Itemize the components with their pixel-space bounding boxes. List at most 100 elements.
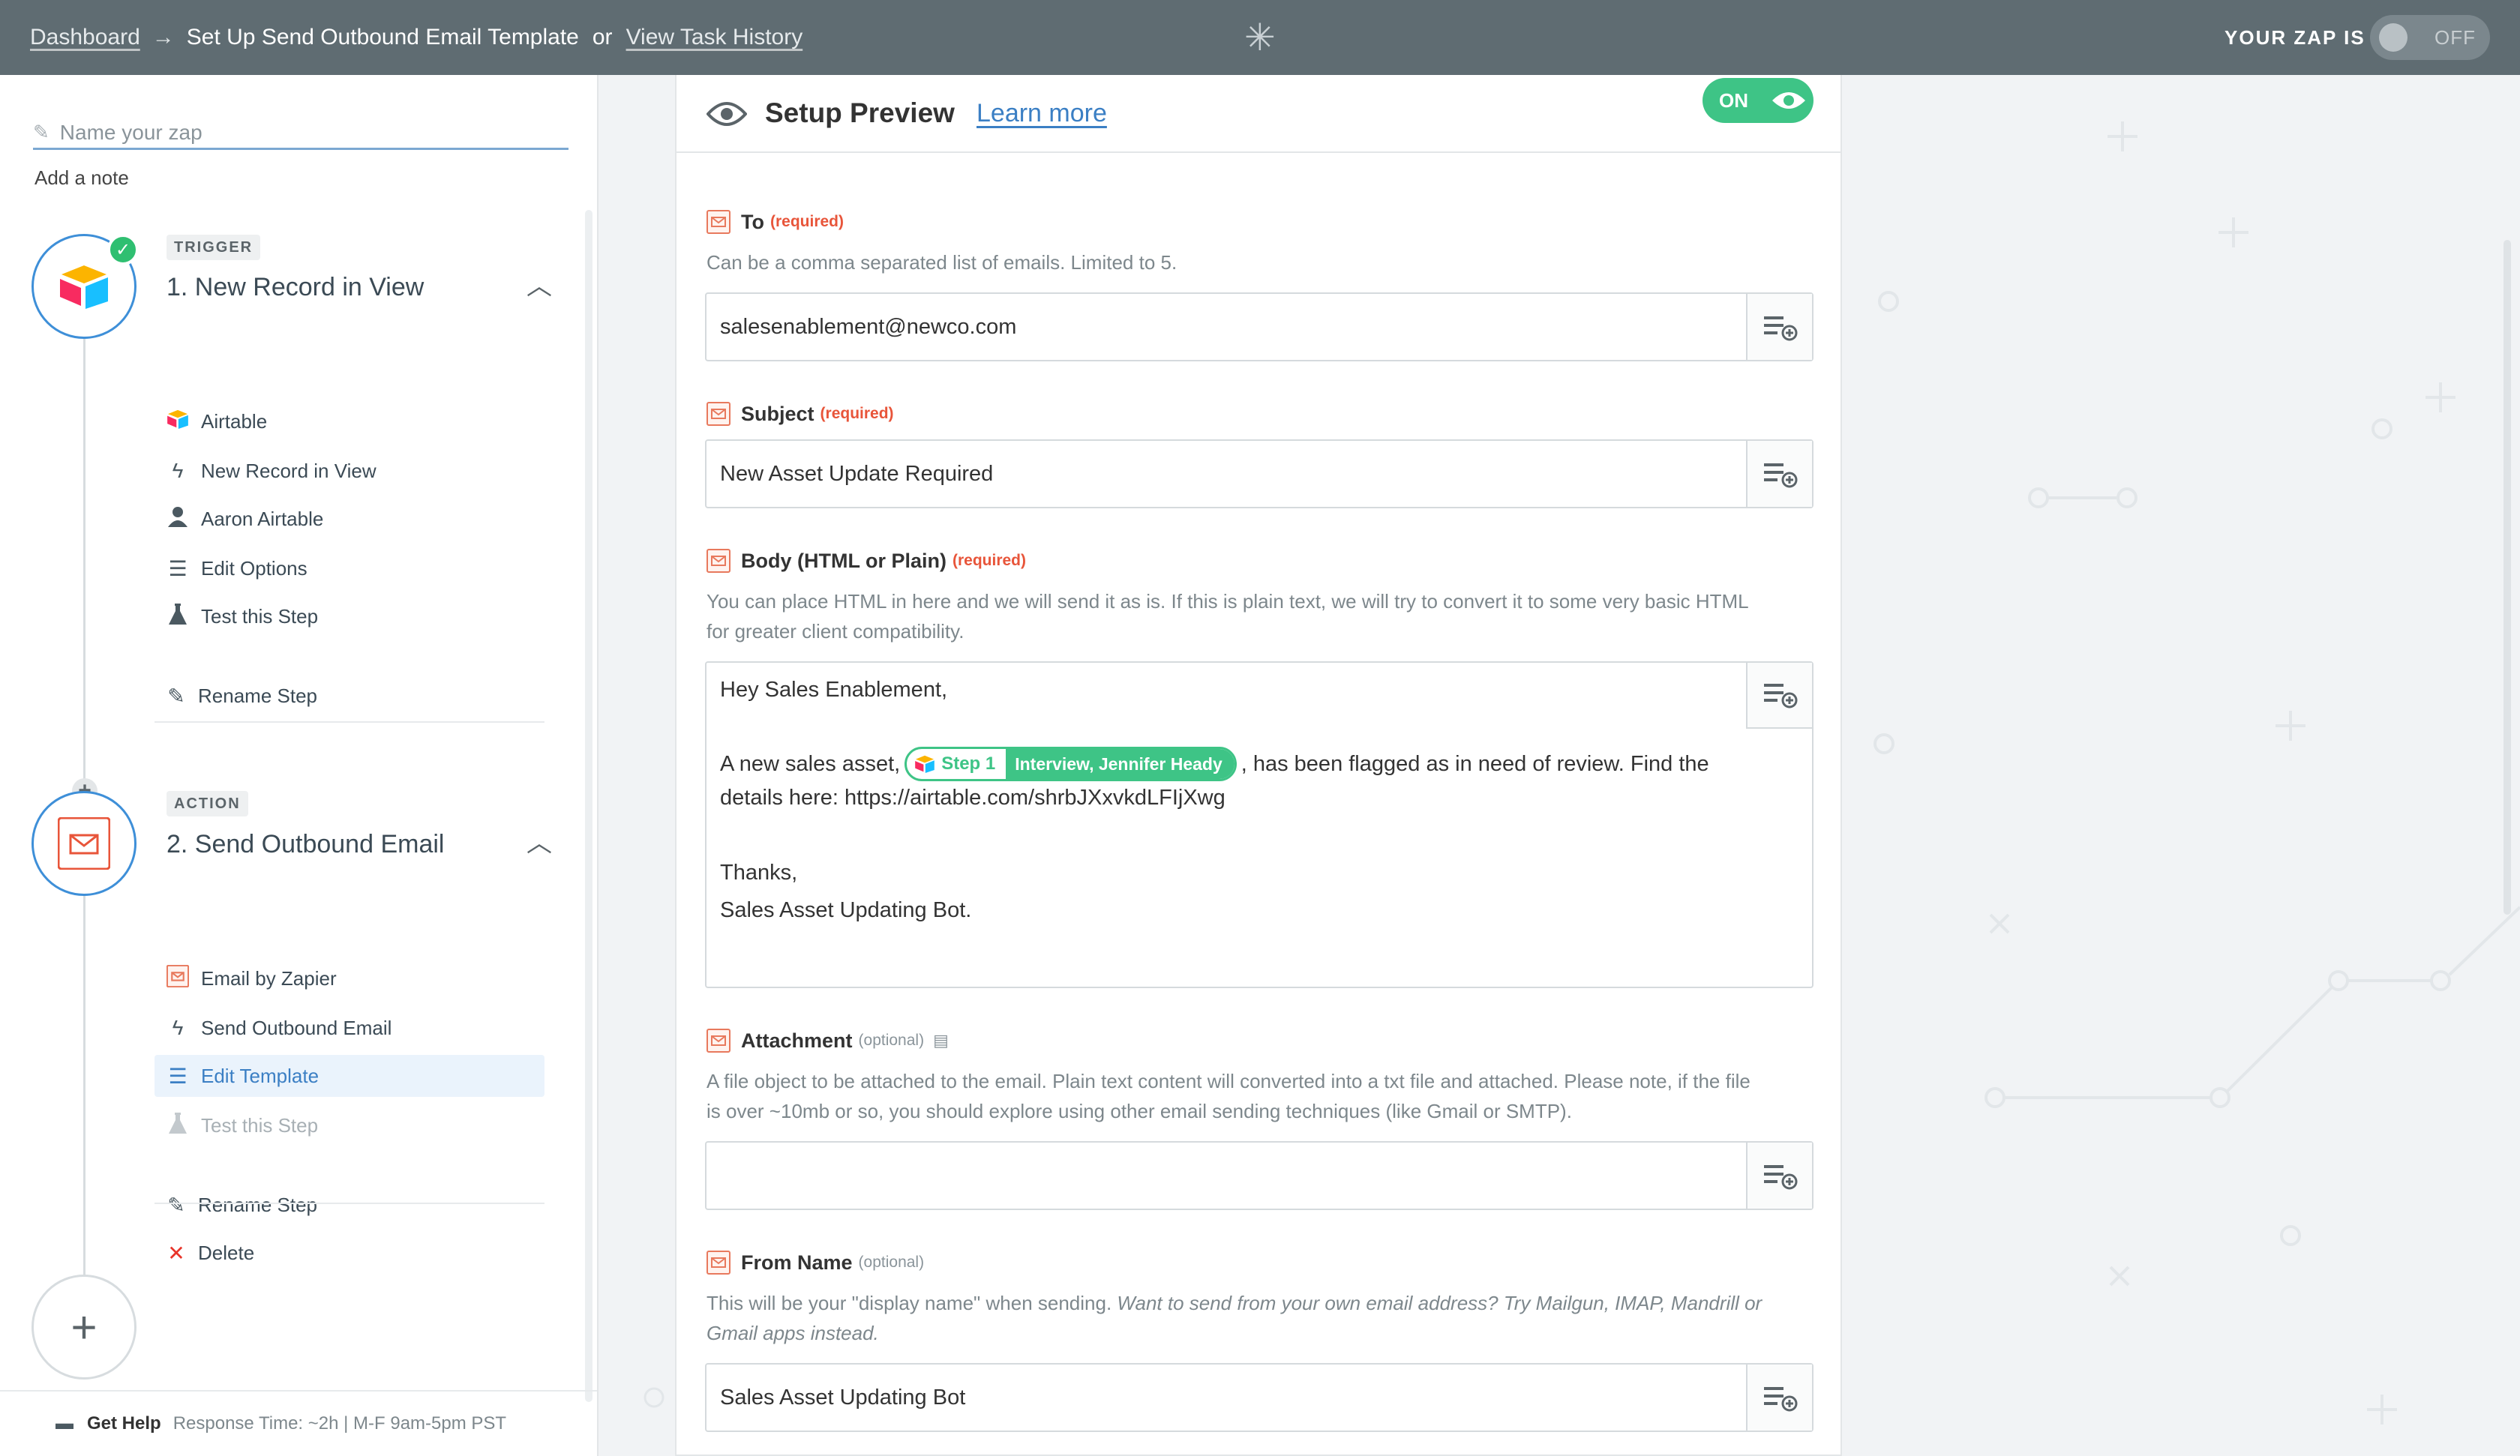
breadcrumb: Dashboard → Set Up Send Outbound Email T… [30, 0, 802, 75]
sidebar-item-test[interactable]: Test this Step [154, 1104, 544, 1146]
sidebar-item-label: Aaron Airtable [201, 507, 324, 530]
preview-toggle[interactable]: ON [1702, 78, 1814, 123]
mail-icon [706, 1251, 730, 1275]
body-help-line2: for greater client compatibility. [706, 620, 964, 643]
subject-value: New Asset Update Required [720, 461, 994, 486]
bolt-icon: ϟ [172, 459, 184, 482]
insert-field-button[interactable] [1746, 1365, 1812, 1431]
sidebar-item-label: Rename Step [198, 1193, 317, 1216]
delete-step-button[interactable]: ✕ Delete [154, 1232, 544, 1274]
attachment-field[interactable] [705, 1141, 1814, 1210]
optional-badge: (optional) [858, 1254, 925, 1271]
rename-step-action[interactable]: ✎ Rename Step [154, 1184, 544, 1226]
trigger-tag: TRIGGER [166, 235, 261, 260]
zap-status-label: YOUR ZAP IS [2224, 25, 2366, 49]
bolt-icon: ϟ [172, 1016, 184, 1039]
airtable-icon [154, 409, 201, 434]
pill-value: Interview, Jennifer Heady [1006, 749, 1234, 779]
insert-field-button[interactable] [1746, 294, 1812, 360]
attachment-help-line2: is over ~10mb or so, you should explore … [706, 1100, 1572, 1122]
setup-panel: Setup Preview Learn more ON To (required… [675, 75, 1842, 1456]
breadcrumb-or: or [592, 25, 613, 49]
required-badge: (required) [952, 552, 1027, 569]
zap-name-input[interactable]: ✎ Name your zap [33, 117, 568, 150]
lines-icon: ☰ [168, 556, 188, 580]
mapped-field-pill[interactable]: Step 1 Interview, Jennifer Heady [904, 747, 1237, 781]
eye-icon [1772, 92, 1805, 109]
background-decoration [1874, 121, 2520, 1425]
field-label-text: From Name [741, 1251, 853, 1274]
panel-title: Setup Preview [765, 97, 955, 128]
from-name-field[interactable]: Sales Asset Updating Bot [705, 1363, 1814, 1432]
body-help-line1: You can place HTML in here and we will s… [706, 590, 1749, 613]
get-help-bar[interactable]: ▬ Get Help Response Time: ~2h | M-F 9am-… [0, 1390, 597, 1456]
user-icon [154, 506, 201, 532]
sidebar-item-options[interactable]: ☰ Edit Options [154, 547, 544, 589]
x-icon: ✕ [167, 1241, 185, 1265]
body-line: Sales Asset Updating Bot. [720, 898, 972, 922]
trigger-step-title[interactable]: 1. New Record in View [166, 273, 424, 302]
chat-icon: ▬ [56, 1413, 74, 1434]
sidebar-item-edit-template[interactable]: ☰ Edit Template [154, 1055, 544, 1097]
mail-icon [154, 964, 201, 993]
action-step-icon[interactable] [32, 791, 136, 896]
eye-icon [706, 102, 747, 126]
top-bar: Dashboard → Set Up Send Outbound Email T… [0, 0, 2520, 75]
sidebar-item-test[interactable]: Test this Step [154, 595, 544, 637]
dashboard-link[interactable]: Dashboard [30, 25, 140, 50]
insert-field-button[interactable] [1746, 441, 1812, 507]
insert-field-button[interactable] [1746, 663, 1812, 729]
rename-step-trigger[interactable]: ✎ Rename Step [154, 675, 544, 717]
task-history-link[interactable]: View Task History [626, 25, 803, 50]
body-line: Thanks, [720, 861, 798, 885]
sidebar-item-account[interactable]: Aaron Airtable [154, 498, 544, 540]
divider [154, 1203, 544, 1204]
sidebar-item-label: Airtable [201, 409, 268, 433]
pencil-icon: ✎ [33, 121, 50, 143]
sidebar: ✎ Name your zap Add a note ✓ TRIGGER 1. … [0, 75, 598, 1456]
body-line: Hey Sales Enablement, [720, 678, 948, 702]
toggle-knob [2379, 23, 2408, 52]
to-value: salesenablement@newco.com [720, 314, 1017, 339]
help-italic: Want to send from your own email address… [1117, 1292, 1762, 1314]
get-help-label[interactable]: Get Help [87, 1413, 161, 1434]
flask-icon [154, 603, 201, 630]
sidebar-item-label: Test this Step [201, 1113, 319, 1137]
sidebar-item-event[interactable]: ϟ New Record in View [154, 450, 544, 492]
doc-icon[interactable]: ▤ [933, 1031, 949, 1050]
lines-icon: ☰ [168, 1064, 188, 1088]
body-field[interactable]: Hey Sales Enablement, A new sales asset,… [705, 661, 1814, 988]
to-label: To (required) [706, 210, 844, 234]
learn-more-link[interactable]: Learn more [976, 99, 1107, 128]
zap-on-off-toggle[interactable]: OFF [2370, 15, 2490, 60]
insert-field-icon [1764, 463, 1798, 488]
from-name-label: From Name (optional) [706, 1251, 924, 1275]
collapse-chevron-icon[interactable]: ︿ [526, 822, 552, 859]
insert-field-button[interactable] [1746, 1143, 1812, 1209]
sidebar-scrollbar[interactable] [585, 210, 592, 1402]
toggle-state-label: ON [1719, 88, 1748, 112]
sidebar-item-label: Rename Step [198, 684, 317, 707]
collapse-chevron-icon[interactable]: ︿ [526, 265, 552, 302]
subject-field[interactable]: New Asset Update Required [705, 439, 1814, 508]
sidebar-item-label: Edit Template [201, 1064, 320, 1087]
add-note-link[interactable]: Add a note [34, 166, 129, 190]
action-step-title[interactable]: 2. Send Outbound Email [166, 830, 444, 859]
sidebar-item-app[interactable]: Email by Zapier [154, 957, 544, 999]
page-scrollbar[interactable] [2504, 240, 2511, 915]
zapier-logo-icon[interactable]: ✳ [1242, 19, 1278, 56]
add-step-button[interactable]: + [32, 1275, 136, 1380]
sidebar-item-app[interactable]: Airtable [154, 400, 544, 442]
body-text: , has been flagged as in need of review.… [1240, 751, 1709, 776]
mail-icon [706, 1029, 730, 1053]
required-badge: (required) [820, 405, 894, 422]
sidebar-item-label: Send Outbound Email [201, 1016, 392, 1039]
pill-step-label: Step 1 [941, 753, 996, 774]
sidebar-item-event[interactable]: ϟ Send Outbound Email [154, 1007, 544, 1049]
to-field[interactable]: salesenablement@newco.com [705, 292, 1814, 361]
from-name-help-line2: Gmail apps instead. [706, 1318, 1816, 1348]
pencil-icon: ✎ [167, 1193, 185, 1217]
insert-field-icon [1764, 316, 1798, 341]
zap-name-placeholder: Name your zap [59, 120, 202, 144]
body-label: Body (HTML or Plain) (required) [706, 549, 1026, 573]
